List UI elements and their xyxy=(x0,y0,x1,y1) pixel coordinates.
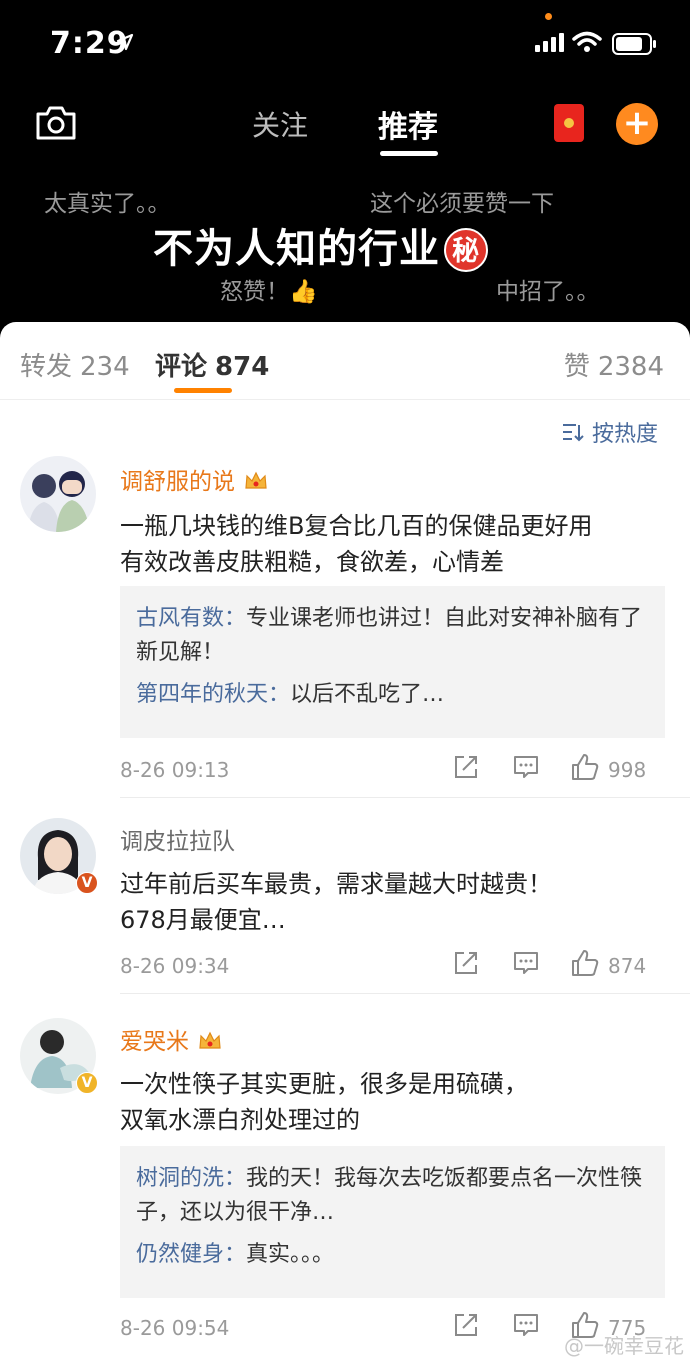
like-count: 998 xyxy=(608,758,647,782)
video-title-text: 不为人知的行业 xyxy=(153,226,440,272)
tab-repost-count: 234 xyxy=(80,352,130,382)
wifi-icon xyxy=(572,31,602,52)
danmaku-text: 太真实了。。 xyxy=(44,191,171,217)
repost-icon[interactable] xyxy=(453,950,479,976)
comment-text-line: 过年前后买车最贵，需求量越大时越贵！ xyxy=(120,870,552,898)
comment-text-line: 一次性筷子其实更脏，很多是用硫磺， xyxy=(120,1070,528,1098)
video-title: 不为人知的行业秘 xyxy=(153,216,488,274)
comment-date: 8-26 09:34 xyxy=(120,954,230,978)
comment-text-line: 有效改善皮肤粗糙，食欲差，心情差 xyxy=(120,548,504,576)
comment-text: 过年前后买车最贵，需求量越大时越贵！ 678月最便宜… xyxy=(120,866,660,938)
comment-username-text: 爱哭米 xyxy=(120,1029,189,1055)
like-count: 874 xyxy=(608,954,647,978)
tab-like-label: 赞 xyxy=(563,352,590,382)
comment-meta: 8-26 09:13 998 xyxy=(120,754,660,784)
tab-comment-label: 评论 xyxy=(155,352,208,382)
comment-sheet: 转发 234 评论 874 赞 2384 按热度 调舒服的说 一瓶几块钱的维B复… xyxy=(0,322,690,1363)
danmaku-text: 这个必须要赞一下 xyxy=(370,191,554,217)
cellular-signal-icon xyxy=(535,33,564,52)
repost-icon[interactable] xyxy=(453,754,479,780)
tab-repost[interactable]: 转发 234 xyxy=(20,346,130,383)
thumbs-up-icon[interactable] xyxy=(570,752,600,782)
comment-date: 8-26 09:13 xyxy=(120,758,230,782)
sort-icon xyxy=(562,424,584,442)
comment-username[interactable]: 调舒服的说 xyxy=(120,462,268,496)
add-post-button[interactable]: + xyxy=(616,103,658,145)
repost-icon[interactable] xyxy=(453,1312,479,1338)
tab-follow[interactable]: 关注 xyxy=(252,104,308,144)
danmaku-text: 怒赞！👍 xyxy=(220,279,318,305)
sort-button[interactable]: 按热度 xyxy=(562,416,658,448)
thumbs-up-icon[interactable] xyxy=(570,948,600,978)
reply-username[interactable]: 树洞的洗： xyxy=(136,1166,246,1191)
avatar[interactable] xyxy=(20,456,96,532)
danmaku-text: 中招了。。 xyxy=(496,279,600,305)
tab-comment[interactable]: 评论 874 xyxy=(155,346,269,383)
reply-username[interactable]: 第四年的秋天： xyxy=(136,682,290,707)
vip-crown-icon xyxy=(199,1031,221,1049)
tab-like[interactable]: 赞 2384 xyxy=(564,346,664,383)
tab-active-indicator xyxy=(380,151,438,156)
verified-badge: V xyxy=(76,1072,98,1094)
comment-divider xyxy=(120,797,690,798)
reply-text: 真实。。。 xyxy=(246,1242,335,1267)
vip-crown-icon xyxy=(245,471,267,489)
recording-dot xyxy=(545,13,552,20)
reply-icon[interactable] xyxy=(513,950,539,976)
red-packet-icon[interactable] xyxy=(554,104,584,142)
comment-divider xyxy=(120,993,690,994)
reply-item[interactable]: 第四年的秋天：以后不乱吃了… xyxy=(136,678,653,712)
sheet-tab-bar: 转发 234 评论 874 赞 2384 xyxy=(0,322,690,400)
comment-text-line: 一瓶几块钱的维B复合比几百的保健品更好用 xyxy=(120,512,593,540)
comment-username-text: 调舒服的说 xyxy=(120,469,235,495)
battery-icon xyxy=(612,33,656,55)
reply-icon[interactable] xyxy=(513,754,539,780)
status-bar: 7:29 xyxy=(0,0,690,90)
watermark: @一碗幸豆花 xyxy=(564,1334,684,1358)
reply-item[interactable]: 仍然健身：真实。。。 xyxy=(136,1238,653,1272)
verified-badge: V xyxy=(76,872,98,894)
sort-label: 按热度 xyxy=(591,422,658,447)
reply-item[interactable]: 古风有数：专业课老师也讲过！自此对安神补脑有了新见解！ xyxy=(136,602,653,670)
tab-repost-label: 转发 xyxy=(20,352,73,382)
camera-icon[interactable] xyxy=(34,104,78,142)
comment-username[interactable]: 调皮拉拉队 xyxy=(120,822,235,856)
reply-username[interactable]: 仍然健身： xyxy=(136,1242,246,1267)
comment-username[interactable]: 爱哭米 xyxy=(120,1022,222,1056)
comment-text-line: 双氧水漂白剂处理过的 xyxy=(120,1106,360,1134)
reply-item[interactable]: 树洞的洗：我的天！我每次去吃饭都要点名一次性筷子，还以为很干净… xyxy=(136,1162,653,1230)
reply-text: 以后不乱吃了… xyxy=(290,682,445,707)
reply-username[interactable]: 古风有数： xyxy=(136,606,246,631)
video-area[interactable]: 7:29 关注 推荐 + 太真实了。。 这个必须要赞一下 怒赞！👍 中招了。。 … xyxy=(0,0,690,345)
sheet-tab-indicator xyxy=(174,388,232,393)
comment-text: 一次性筷子其实更脏，很多是用硫磺， 双氧水漂白剂处理过的 xyxy=(120,1066,660,1138)
reply-list[interactable]: 古风有数：专业课老师也讲过！自此对安神补脑有了新见解！ 第四年的秋天：以后不乱吃… xyxy=(120,586,665,738)
comment-date: 8-26 09:54 xyxy=(120,1316,230,1340)
comment-text: 一瓶几块钱的维B复合比几百的保健品更好用 有效改善皮肤粗糙，食欲差，心情差 xyxy=(120,508,660,580)
reply-icon[interactable] xyxy=(513,1312,539,1338)
reply-list[interactable]: 树洞的洗：我的天！我每次去吃饭都要点名一次性筷子，还以为很干净… 仍然健身：真实… xyxy=(120,1146,665,1298)
tab-comment-count: 874 xyxy=(215,352,270,382)
comment-text-line: 678月最便宜… xyxy=(120,906,286,934)
tab-recommend[interactable]: 推荐 xyxy=(378,102,438,146)
comment-meta: 8-26 09:34 874 xyxy=(120,950,660,980)
tab-like-count: 2384 xyxy=(597,352,664,382)
comment-username-text: 调皮拉拉队 xyxy=(120,829,235,855)
location-arrow-icon xyxy=(116,33,134,51)
secret-badge: 秘 xyxy=(444,228,488,272)
